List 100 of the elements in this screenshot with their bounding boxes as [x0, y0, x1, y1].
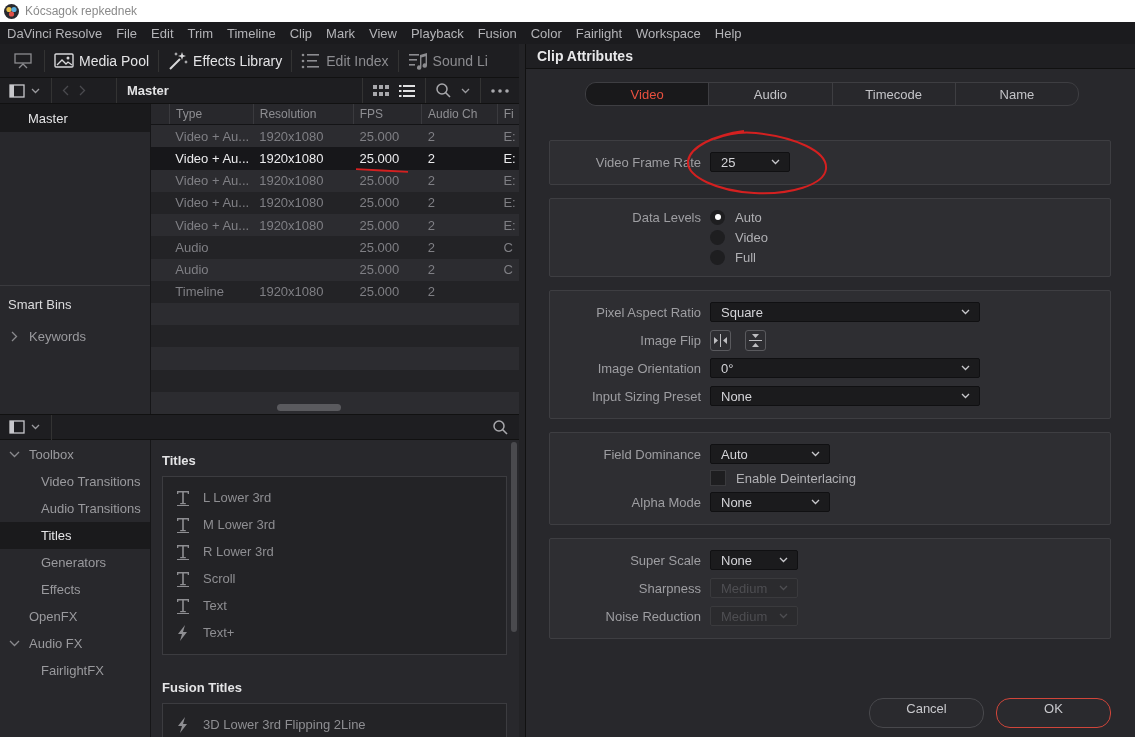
flip-vertical-button[interactable]	[745, 329, 766, 351]
table-row[interactable]: Video + Au... 1920x1080 25.000 2 E:	[151, 214, 519, 237]
lightning-icon	[176, 716, 190, 733]
tree-item[interactable]: Audio Transitions	[41, 501, 141, 516]
menu-item[interactable]: Clip	[282, 25, 320, 41]
tree-item[interactable]: Generators	[41, 555, 107, 570]
tab[interactable]: Audio	[708, 83, 832, 105]
column-header[interactable]: Fi	[496, 104, 519, 125]
dropdown[interactable]: None	[710, 550, 798, 570]
toolbar-button[interactable]: Media Pool	[45, 46, 159, 75]
tree-item[interactable]: Video Transitions	[41, 474, 141, 489]
menu-item[interactable]: Timeline	[220, 25, 283, 41]
menu-item[interactable]: Fusion	[470, 25, 524, 41]
menu-item[interactable]: Mark	[319, 25, 362, 41]
bin-item[interactable]: Keywords	[29, 328, 87, 344]
effect-item[interactable]: L Lower 3rd	[203, 490, 272, 505]
search-icon[interactable]	[436, 83, 451, 98]
table-row[interactable]: Video + Au... 1920x1080 25.000 2 E:	[151, 169, 519, 192]
table-row[interactable]: Video + Au... 1920x1080 25.000 2 E:	[151, 191, 519, 215]
panel-toggle-icon[interactable]	[9, 420, 25, 434]
table-row[interactable]: Audio 25.000 2 C	[151, 236, 519, 259]
table-cell-text: Video + Au...	[174, 217, 251, 233]
flip-horizontal-button[interactable]	[710, 329, 731, 351]
effect-item[interactable]: Text	[203, 598, 227, 613]
chevron-down-icon[interactable]	[9, 638, 20, 649]
table-cell-text: E:	[502, 128, 517, 144]
panel-toggle-icon[interactable]	[9, 83, 25, 98]
tab[interactable]: Video	[586, 83, 709, 105]
chevron-right-icon[interactable]	[10, 330, 19, 342]
tree-item[interactable]: Toolbox	[29, 447, 74, 462]
menu-item[interactable]: Playback	[403, 25, 471, 41]
checkbox-label: Enable Deinterlacing	[736, 470, 856, 486]
table-cell-text: E:	[502, 173, 517, 189]
effect-item[interactable]: 3D Lower 3rd Flipping 2Line	[203, 717, 366, 732]
tree-item[interactable]: Audio FX	[29, 636, 83, 651]
music-note-icon	[407, 51, 428, 70]
column-header[interactable]: Type	[169, 104, 253, 125]
table-row[interactable]: Audio 25.000 2 C	[151, 258, 519, 281]
tree-item[interactable]: Titles	[41, 528, 72, 543]
grid-view-icon[interactable]	[373, 84, 389, 97]
text-icon	[176, 516, 190, 533]
chevron-down-icon	[461, 87, 470, 94]
column-header[interactable]: FPS	[352, 104, 422, 125]
more-options-icon[interactable]	[491, 88, 509, 93]
ok-button[interactable]: OK	[996, 698, 1111, 728]
menu-item[interactable]: Workspace	[629, 25, 708, 41]
cancel-button[interactable]: Cancel	[869, 698, 984, 728]
vertical-scrollbar[interactable]	[511, 442, 517, 632]
dropdown[interactable]: 25	[710, 152, 790, 172]
section-heading: Smart Bins	[7, 296, 73, 314]
column-header[interactable]: Audio Ch	[421, 104, 497, 125]
chevron-down-icon[interactable]	[9, 449, 20, 460]
horizontal-scrollbar[interactable]	[277, 404, 341, 411]
effect-item[interactable]: M Lower 3rd	[203, 517, 276, 532]
checkbox[interactable]	[710, 470, 726, 486]
effect-item[interactable]: R Lower 3rd	[203, 544, 274, 559]
dropdown[interactable]: Auto	[710, 444, 830, 464]
dropdown[interactable]: 0°	[710, 358, 980, 378]
menu-item[interactable]: Trim	[180, 25, 220, 41]
table-cell-text: Video + Au...	[174, 173, 251, 189]
effect-item[interactable]: Text+	[203, 625, 235, 640]
text-icon	[176, 543, 190, 560]
tree-item[interactable]: FairlightFX	[41, 663, 104, 678]
menu-item[interactable]: Color	[523, 25, 569, 41]
chevron-down-icon	[771, 159, 780, 165]
lightning-icon	[176, 624, 190, 641]
tab[interactable]: Name	[954, 83, 1078, 105]
tree-item[interactable]: Effects	[41, 582, 81, 597]
list-view-icon[interactable]	[399, 84, 415, 97]
menu-item[interactable]: View	[361, 25, 404, 41]
column-header[interactable]: Resolution	[252, 104, 353, 125]
dropdown[interactable]: None	[710, 492, 830, 512]
table-cell-text: 2	[426, 284, 437, 300]
table-row[interactable]: Video + Au... 1920x1080 25.000 2 E:	[151, 147, 519, 170]
table-cell-text: 2	[426, 195, 437, 211]
toolbar-button[interactable]: Edit Index	[292, 46, 398, 75]
text-icon	[176, 570, 190, 587]
radio-button[interactable]	[710, 209, 725, 225]
dropdown[interactable]: None	[710, 386, 980, 406]
effect-item[interactable]: Scroll	[203, 571, 236, 586]
table-row[interactable]: Video + Au... 1920x1080 25.000 2 E:	[151, 125, 519, 148]
toolbar-button[interactable]: Sound Li	[398, 46, 497, 75]
field-label: Input Sizing Preset	[590, 388, 702, 404]
toolbar-button[interactable]: Effects Library	[159, 46, 292, 75]
menu-item[interactable]: DaVinci Resolve	[7, 25, 110, 41]
table-row[interactable]: Timeline 1920x1080 25.000 2	[151, 280, 519, 303]
table-cell-text: E:	[502, 217, 517, 233]
dropdown[interactable]: Square	[710, 302, 980, 322]
table-cell-text: 1920x1080	[258, 173, 325, 189]
menu-item[interactable]: Edit	[144, 25, 181, 41]
tab[interactable]: Timecode	[831, 83, 955, 105]
flip-vertical-icon	[749, 332, 762, 348]
search-icon[interactable]	[493, 419, 508, 435]
section-heading: Fusion Titles	[162, 679, 243, 697]
menu-item[interactable]: Fairlight	[568, 25, 630, 41]
menu-item[interactable]: File	[109, 25, 145, 41]
field-label: Alpha Mode	[630, 494, 702, 510]
tree-item[interactable]: OpenFX	[29, 609, 78, 624]
menu-item[interactable]: Help	[707, 25, 749, 41]
bin-item[interactable]: Master	[0, 104, 150, 132]
